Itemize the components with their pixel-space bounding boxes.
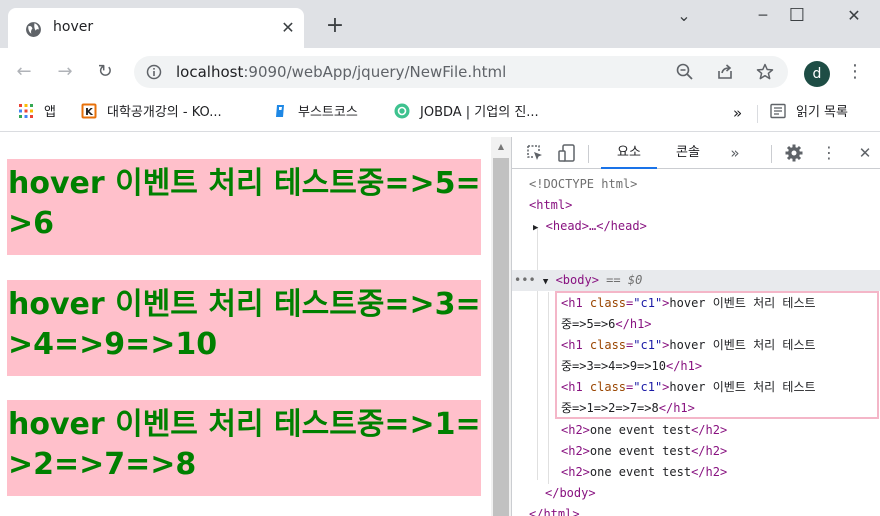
bookmarks-bar: 앱 K 대학공개강의 - KO... 부스트코스 JOBDA | 기업의 진..… bbox=[0, 96, 880, 132]
bookmark-star-icon[interactable] bbox=[755, 62, 775, 82]
html-open-node[interactable]: <html> bbox=[529, 195, 572, 216]
head-node[interactable]: ▶ <head>…</head> bbox=[533, 216, 647, 237]
row-ellipsis[interactable]: ••• bbox=[514, 273, 536, 287]
bookmark-label: JOBDA | 기업의 진... bbox=[420, 105, 539, 120]
h2-node-3[interactable]: <h2>one event test</h2> bbox=[561, 462, 727, 483]
h1-node-1-line2[interactable]: 중=>5=>6</h1> bbox=[561, 314, 652, 335]
hover-heading-3[interactable]: hover 이벤트 처리 테스트중=>1=>2=>7=>8 bbox=[7, 400, 481, 496]
bookmark-boostcourse[interactable]: 부스트코스 bbox=[272, 102, 358, 124]
device-toolbar-icon[interactable] bbox=[556, 142, 578, 164]
new-tab-button[interactable]: + bbox=[323, 14, 347, 38]
h1-node-1-line1[interactable]: <h1 class="c1">hover 이벤트 처리 테스트 bbox=[561, 293, 816, 314]
reading-list-button[interactable]: 읽기 목록 bbox=[770, 102, 848, 124]
devtools-panel: 요소 콘솔 » ⋮ ✕ <!DOCTYPE html> <html> ▶ <he… bbox=[511, 137, 880, 516]
h2-node-1[interactable]: <h2>one event test</h2> bbox=[561, 420, 727, 441]
tab-console[interactable]: 콘솔 bbox=[662, 137, 714, 169]
url-host: localhost bbox=[176, 63, 244, 81]
doctype-node[interactable]: <!DOCTYPE html> bbox=[529, 174, 637, 195]
url-text[interactable]: localhost:9090/webApp/jquery/NewFile.htm… bbox=[176, 63, 506, 81]
hover-heading-2[interactable]: hover 이벤트 처리 테스트중=>3=>4=>9=>10 bbox=[7, 280, 481, 376]
more-tabs-button[interactable]: » bbox=[719, 137, 751, 169]
bookmark-label: 부스트코스 bbox=[298, 105, 358, 120]
devtools-separator bbox=[771, 145, 772, 163]
bookmarks-overflow-button[interactable]: » bbox=[733, 102, 742, 124]
page-scrollbar-thumb[interactable] bbox=[493, 158, 509, 516]
tree-guide bbox=[548, 292, 549, 484]
boostcourse-icon bbox=[276, 105, 284, 117]
globe-icon bbox=[26, 22, 41, 37]
jobda-icon bbox=[394, 103, 410, 119]
reading-list-label: 읽기 목록 bbox=[796, 105, 848, 120]
html-close-node[interactable]: </html> bbox=[529, 504, 580, 516]
bookmark-apps[interactable]: 앱 bbox=[18, 102, 56, 124]
body-selected-marker: == $0 bbox=[606, 273, 643, 287]
close-devtools-icon[interactable]: ✕ bbox=[854, 142, 876, 164]
gear-icon[interactable] bbox=[783, 142, 805, 164]
hover-heading-1[interactable]: hover 이벤트 처리 테스트중=>5=>6 bbox=[7, 159, 481, 255]
body-node[interactable]: ••• ▼ <body> == $0 bbox=[514, 270, 642, 291]
tree-guide bbox=[537, 228, 538, 480]
browser-toolbar: ← → ↻ localhost:9090/webApp/jquery/NewFi… bbox=[0, 48, 880, 96]
h1-node-3-line1[interactable]: <h1 class="c1">hover 이벤트 처리 테스트 bbox=[561, 377, 816, 398]
scroll-up-arrow-icon[interactable]: ▲ bbox=[491, 140, 511, 154]
back-button[interactable]: ← bbox=[12, 60, 36, 84]
bookmark-kocw[interactable]: K 대학공개강의 - KO... bbox=[81, 102, 222, 124]
browser-menu-icon[interactable]: ⋮ bbox=[845, 62, 865, 82]
zoom-icon[interactable] bbox=[675, 62, 695, 82]
address-bar[interactable]: localhost:9090/webApp/jquery/NewFile.htm… bbox=[134, 56, 788, 88]
tab-elements[interactable]: 요소 bbox=[601, 137, 657, 169]
tab-title: hover bbox=[53, 19, 94, 35]
reading-list-icon bbox=[770, 103, 786, 119]
devtools-menu-icon[interactable]: ⋮ bbox=[818, 142, 840, 164]
url-path: :9090/webApp/jquery/NewFile.html bbox=[243, 63, 507, 81]
devtools-toolbar: 요소 콘솔 » ⋮ ✕ bbox=[512, 137, 880, 169]
h1-node-3-line2[interactable]: 중=>1=>2=>7=>8</h1> bbox=[561, 398, 695, 419]
bookmarks-divider bbox=[757, 105, 758, 123]
browser-tab[interactable]: hover ✕ bbox=[8, 8, 304, 48]
reload-button[interactable]: ↻ bbox=[93, 60, 117, 84]
h2-node-2[interactable]: <h2>one event test</h2> bbox=[561, 441, 727, 462]
dom-tree: <!DOCTYPE html> <html> ▶ <head>…</head> … bbox=[512, 170, 880, 516]
head-tag: <head>…</head> bbox=[545, 219, 647, 233]
page-viewport: hover 이벤트 처리 테스트중=>5=>6 hover 이벤트 처리 테스트… bbox=[0, 137, 491, 516]
collapse-arrow-icon[interactable]: ▼ bbox=[543, 277, 548, 287]
devtools-separator bbox=[588, 145, 589, 163]
svg-text:K: K bbox=[85, 107, 94, 118]
bookmark-jobda[interactable]: JOBDA | 기업의 진... bbox=[394, 102, 539, 124]
tab-search-chevron-icon[interactable]: ⌄ bbox=[660, 4, 708, 36]
close-tab-icon[interactable]: ✕ bbox=[278, 18, 298, 38]
body-tag: <body> bbox=[555, 273, 599, 287]
bookmark-label: 앱 bbox=[44, 105, 56, 120]
site-info-icon[interactable] bbox=[146, 64, 162, 80]
close-window-button[interactable]: ✕ bbox=[830, 4, 878, 36]
h1-node-2-line1[interactable]: <h1 class="c1">hover 이벤트 처리 테스트 bbox=[561, 335, 816, 356]
profile-avatar[interactable]: d bbox=[804, 61, 830, 87]
share-icon[interactable] bbox=[715, 62, 735, 82]
body-close-node[interactable]: </body> bbox=[545, 483, 596, 504]
kocw-icon: K bbox=[81, 103, 97, 119]
h1-node-2-line2[interactable]: 중=>3=>4=>9=>10</h1> bbox=[561, 356, 702, 377]
maximize-button[interactable]: ☐ bbox=[773, 2, 821, 34]
apps-grid-icon bbox=[19, 104, 33, 118]
tab-strip: hover ✕ + ⌄ ─ ☐ ✕ bbox=[0, 0, 880, 48]
inspect-element-icon[interactable] bbox=[524, 142, 546, 164]
bookmark-label: 대학공개강의 - KO... bbox=[107, 105, 222, 120]
forward-button[interactable]: → bbox=[53, 60, 77, 84]
expand-arrow-icon[interactable]: ▶ bbox=[533, 223, 538, 233]
